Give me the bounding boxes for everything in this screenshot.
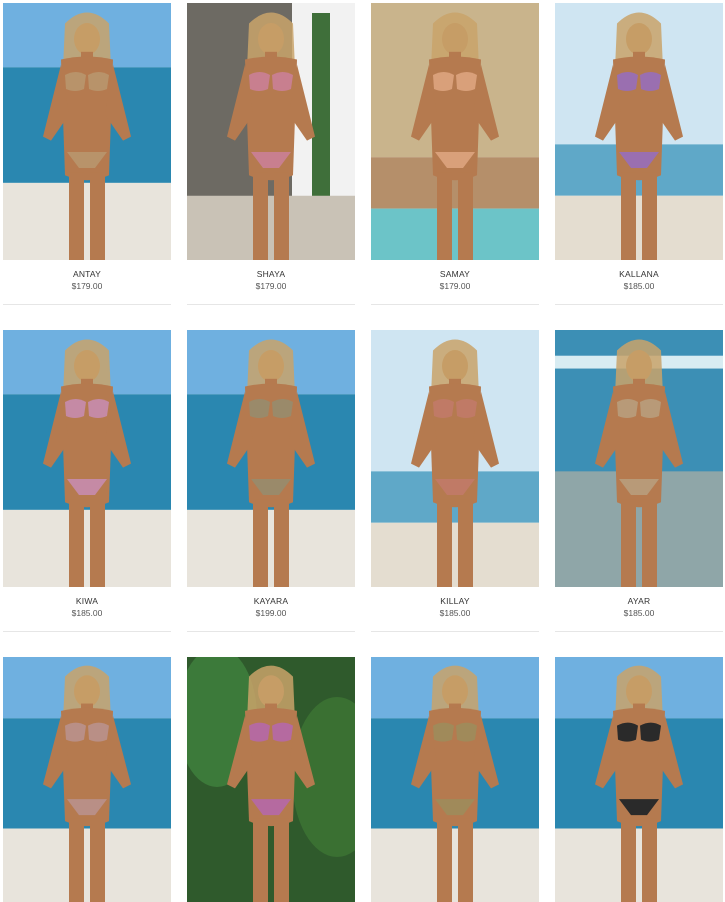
- product-name[interactable]: SHAYA: [187, 269, 355, 280]
- product-photo-svg: [3, 3, 171, 260]
- product-photo-svg: [371, 657, 539, 902]
- product-photo-svg: [371, 3, 539, 260]
- product-photo-svg: [555, 330, 723, 587]
- product-price: $185.00: [3, 608, 171, 619]
- product-name[interactable]: SAMAY: [371, 269, 539, 280]
- product-card[interactable]: [555, 657, 723, 902]
- product-price: $199.00: [187, 608, 355, 619]
- product-photo[interactable]: [371, 330, 539, 587]
- product-photo[interactable]: [3, 3, 171, 260]
- product-photo[interactable]: [187, 3, 355, 260]
- product-name[interactable]: KAYARA: [187, 596, 355, 607]
- product-photo-svg: [3, 657, 171, 902]
- product-price: $185.00: [555, 281, 723, 292]
- product-card[interactable]: ANTAY$179.00: [3, 3, 171, 330]
- product-name[interactable]: KILLAY: [371, 596, 539, 607]
- product-photo[interactable]: [3, 657, 171, 902]
- product-card[interactable]: KALLANA$185.00: [555, 3, 723, 330]
- product-name[interactable]: ANTAY: [3, 269, 171, 280]
- product-photo-svg: [555, 657, 723, 902]
- product-photo-svg: [3, 330, 171, 587]
- product-name[interactable]: KALLANA: [555, 269, 723, 280]
- product-photo[interactable]: [371, 657, 539, 902]
- product-photo[interactable]: [555, 330, 723, 587]
- product-name[interactable]: AYAR: [555, 596, 723, 607]
- product-card[interactable]: AYAR$185.00: [555, 330, 723, 657]
- product-price: $185.00: [555, 608, 723, 619]
- product-photo[interactable]: [3, 330, 171, 587]
- product-card[interactable]: SAMAY$179.00: [371, 3, 539, 330]
- product-photo-svg: [187, 657, 355, 902]
- product-price: $179.00: [3, 281, 171, 292]
- product-photo-svg: [187, 3, 355, 260]
- product-photo-svg: [371, 330, 539, 587]
- product-card[interactable]: KILLAY$185.00: [371, 330, 539, 657]
- product-photo[interactable]: [555, 657, 723, 902]
- product-card[interactable]: SHAYA$179.00: [187, 3, 355, 330]
- product-photo[interactable]: [187, 330, 355, 587]
- product-card[interactable]: [371, 657, 539, 902]
- product-grid: ANTAY$179.00 SHAYA$179.00 SAMAY$179.0: [3, 3, 723, 902]
- product-photo[interactable]: [555, 3, 723, 260]
- product-photo[interactable]: [371, 3, 539, 260]
- product-card[interactable]: KAYARA$199.00: [187, 330, 355, 657]
- product-card[interactable]: [3, 657, 171, 902]
- product-name[interactable]: KIWA: [3, 596, 171, 607]
- product-card[interactable]: KIWA$185.00: [3, 330, 171, 657]
- product-card[interactable]: [187, 657, 355, 902]
- product-price: $185.00: [371, 608, 539, 619]
- product-photo-svg: [555, 3, 723, 260]
- product-price: $179.00: [371, 281, 539, 292]
- product-photo[interactable]: [187, 657, 355, 902]
- product-photo-svg: [187, 330, 355, 587]
- product-price: $179.00: [187, 281, 355, 292]
